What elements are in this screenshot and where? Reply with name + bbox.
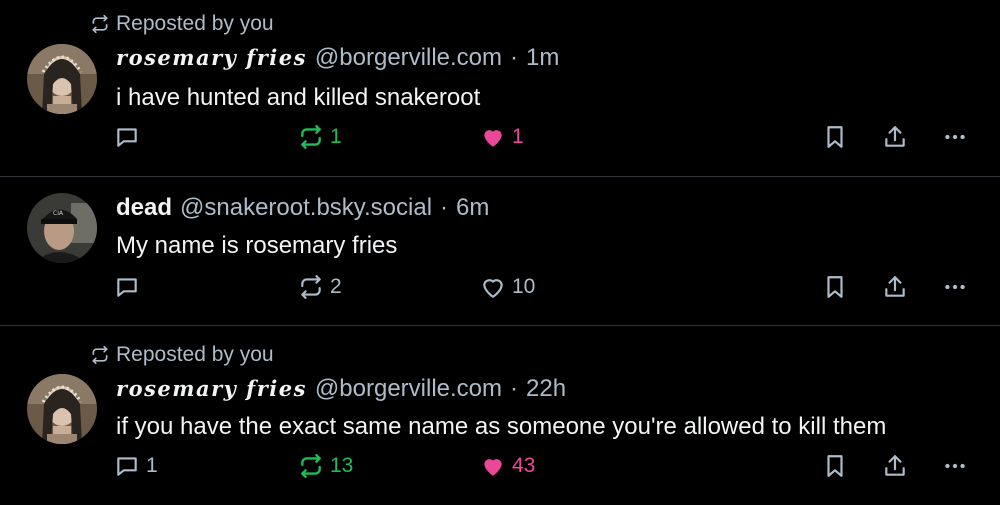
more-button[interactable]: [942, 124, 968, 150]
post-header: rosemary fries @borgerville.com · 1m: [116, 44, 559, 72]
author-handle[interactable]: @snakeroot.bsky.social: [180, 194, 432, 222]
heart-icon: [483, 279, 503, 298]
more-button[interactable]: [942, 453, 968, 479]
post-time[interactable]: 1m: [526, 44, 559, 72]
feed-post[interactable]: Reposted by you rosemary fries @borgervi…: [0, 0, 1000, 176]
separator: ·: [510, 375, 519, 402]
repost-label: Reposted by you: [116, 343, 274, 366]
heart-icon: [484, 459, 502, 476]
share-icon: [885, 126, 905, 147]
more-icon: [945, 284, 965, 290]
post-actions: 1 13 43: [0, 453, 1000, 485]
bookmark-button[interactable]: [822, 453, 848, 479]
post-header: dead @snakeroot.bsky.social · 6m: [116, 194, 489, 222]
author-handle[interactable]: @borgerville.com: [315, 44, 502, 72]
post-header: rosemary fries @borgerville.com · 22h: [116, 375, 566, 403]
post-actions: 2 10: [0, 274, 1000, 306]
svg-text:CIA: CIA: [53, 210, 64, 217]
bookmark-button[interactable]: [822, 124, 848, 150]
author-name[interactable]: rosemary fries: [116, 376, 307, 401]
reply-button[interactable]: 1: [114, 453, 158, 479]
separator: ·: [510, 44, 519, 71]
repost-label: Reposted by you: [116, 12, 274, 35]
more-icon: [945, 463, 965, 469]
share-button[interactable]: [882, 124, 908, 150]
bookmark-icon: [827, 276, 843, 298]
more-icon: [945, 134, 965, 140]
repost-button[interactable]: 13: [298, 453, 353, 479]
reply-icon: [117, 128, 137, 147]
like-count: 10: [512, 275, 536, 298]
feed-post[interactable]: Reposted by you rosemary fries @borgervi…: [0, 326, 1000, 505]
reply-count: 1: [146, 454, 158, 477]
post-time[interactable]: 22h: [526, 375, 566, 403]
reply-icon: [117, 278, 137, 297]
repost-count: 2: [330, 275, 342, 298]
post-actions: 1 1: [0, 124, 1000, 156]
repost-button[interactable]: 2: [298, 274, 342, 300]
repost-button[interactable]: 1: [298, 124, 342, 150]
more-button[interactable]: [942, 274, 968, 300]
repost-icon: [92, 14, 108, 34]
separator: ·: [440, 194, 449, 221]
author-name[interactable]: dead: [116, 194, 172, 222]
heart-icon: [484, 130, 502, 147]
post-text: if you have the exact same name as someo…: [116, 413, 887, 440]
repost-count: 1: [330, 125, 342, 148]
repost-count: 13: [330, 454, 354, 477]
post-text: My name is rosemary fries: [116, 232, 398, 259]
share-button[interactable]: [882, 453, 908, 479]
like-count: 1: [512, 125, 524, 148]
like-count: 43: [512, 454, 536, 477]
share-icon: [885, 276, 905, 297]
like-button[interactable]: 1: [480, 124, 524, 150]
repost-icon: [301, 275, 321, 299]
post-time[interactable]: 6m: [456, 194, 489, 222]
repost-icon: [301, 124, 321, 150]
bookmark-icon: [827, 455, 843, 477]
share-icon: [885, 455, 905, 476]
bookmark-icon: [827, 126, 843, 148]
repost-indicator: Reposted by you: [90, 343, 274, 367]
repost-icon: [92, 345, 108, 365]
repost-indicator: Reposted by you: [90, 12, 274, 36]
reply-button[interactable]: [114, 124, 146, 150]
author-handle[interactable]: @borgerville.com: [315, 375, 502, 403]
author-name[interactable]: rosemary fries: [116, 45, 307, 70]
like-button[interactable]: 10: [480, 274, 535, 300]
avatar[interactable]: [27, 44, 97, 114]
reply-icon: [117, 457, 137, 476]
reply-button[interactable]: [114, 274, 146, 300]
repost-icon: [301, 453, 321, 479]
post-text: i have hunted and killed snakeroot: [116, 84, 481, 111]
feed-post[interactable]: CIA dead @snakeroot.bsky.social · 6m My …: [0, 177, 1000, 325]
bookmark-button[interactable]: [822, 274, 848, 300]
share-button[interactable]: [882, 274, 908, 300]
like-button[interactable]: 43: [480, 453, 535, 479]
avatar[interactable]: CIA: [27, 193, 97, 263]
avatar[interactable]: [27, 374, 97, 444]
